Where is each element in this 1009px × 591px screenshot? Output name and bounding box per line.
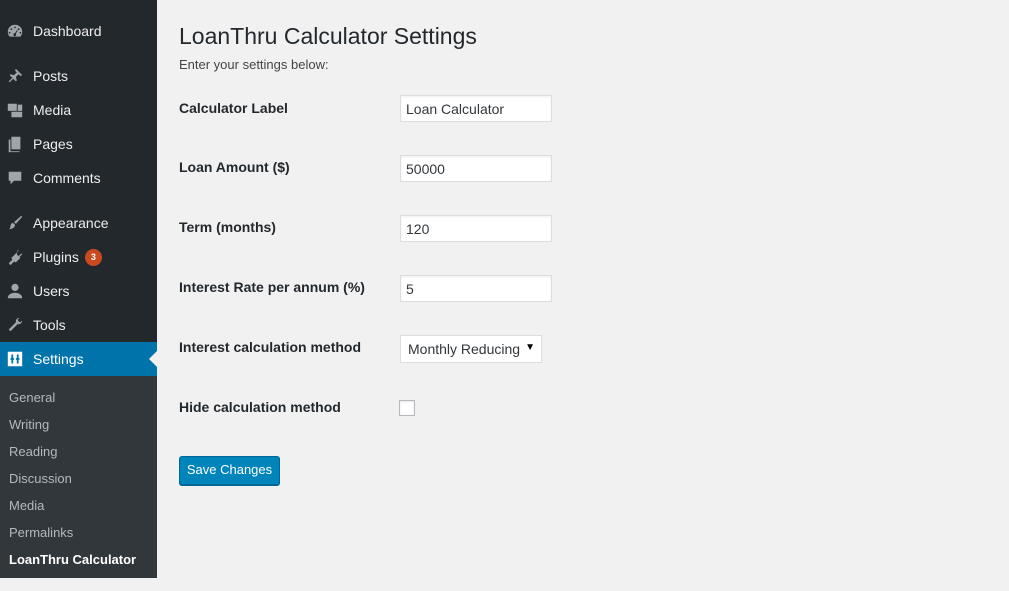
dashboard-icon: [6, 22, 24, 40]
interest-rate-label: Interest Rate per annum (%): [179, 279, 365, 295]
paintbrush-icon: [6, 214, 24, 232]
settings-page: LoanThru Calculator Settings Enter your …: [157, 0, 1009, 591]
menu-label: Settings: [33, 351, 84, 367]
menu-item-pages[interactable]: Pages: [0, 127, 157, 161]
term-label: Term (months): [179, 219, 276, 235]
calculation-method-label: Interest calculation method: [179, 339, 362, 355]
pin-icon: [6, 67, 24, 85]
submenu-item-loanthru-calculator[interactable]: LoanThru Calculator: [9, 552, 136, 567]
menu-label: Appearance: [33, 215, 109, 231]
wrench-icon: [6, 316, 24, 334]
calculator-label-input[interactable]: [400, 95, 552, 122]
settings-submenu: General Writing Reading Discussion Media…: [0, 376, 157, 578]
admin-sidebar: Dashboard Posts Media Pages Comments App…: [0, 0, 157, 578]
pages-icon: [6, 135, 24, 153]
calculator-label-label: Calculator Label: [179, 100, 288, 116]
menu-item-users[interactable]: Users: [0, 274, 157, 308]
comment-icon: [6, 169, 24, 187]
menu-label: Media: [33, 102, 72, 118]
menu-label: Plugins: [33, 249, 79, 265]
page-subtitle: Enter your settings below:: [179, 57, 329, 72]
hide-method-checkbox[interactable]: [399, 400, 415, 416]
menu-item-media[interactable]: Media: [0, 93, 157, 127]
submenu-item-general[interactable]: General: [9, 390, 55, 405]
hide-method-label: Hide calculation method: [179, 399, 341, 415]
menu-item-plugins[interactable]: Plugins 3: [0, 240, 157, 274]
loan-amount-input[interactable]: [400, 155, 552, 182]
calculation-method-select[interactable]: Monthly Reducing ▼: [400, 335, 542, 363]
menu-label: Comments: [33, 170, 101, 186]
dropdown-arrow-icon: ▼: [525, 342, 535, 353]
submenu-item-media[interactable]: Media: [9, 498, 44, 513]
update-count-badge: 3: [84, 248, 102, 266]
page-title: LoanThru Calculator Settings: [179, 23, 477, 49]
settings-icon: [6, 350, 24, 368]
user-icon: [6, 282, 24, 300]
submenu-item-writing[interactable]: Writing: [9, 417, 49, 432]
menu-label: Pages: [33, 136, 73, 152]
menu-label: Tools: [33, 317, 66, 333]
submenu-item-permalinks[interactable]: Permalinks: [9, 525, 73, 540]
menu-label: Dashboard: [33, 23, 102, 39]
media-icon: [6, 101, 24, 119]
menu-item-posts[interactable]: Posts: [0, 59, 157, 93]
menu-item-appearance[interactable]: Appearance: [0, 206, 157, 240]
menu-label: Users: [33, 283, 70, 299]
plugin-icon: [6, 248, 24, 266]
menu-item-settings[interactable]: Settings: [0, 342, 157, 376]
save-changes-button[interactable]: Save Changes: [179, 456, 280, 485]
calculation-method-value: Monthly Reducing: [408, 341, 521, 357]
menu-label: Posts: [33, 68, 69, 84]
interest-rate-input[interactable]: [400, 275, 552, 302]
loan-amount-label: Loan Amount ($): [179, 159, 290, 175]
term-input[interactable]: [400, 215, 552, 242]
menu-item-dashboard[interactable]: Dashboard: [0, 14, 157, 48]
submenu-item-discussion[interactable]: Discussion: [9, 471, 72, 486]
submenu-item-reading[interactable]: Reading: [9, 444, 57, 459]
menu-item-comments[interactable]: Comments: [0, 161, 157, 195]
menu-item-tools[interactable]: Tools: [0, 308, 157, 342]
